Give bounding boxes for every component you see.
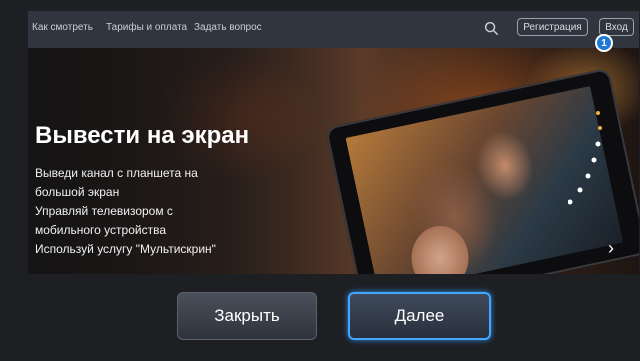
- register-button[interactable]: Регистрация: [517, 18, 588, 36]
- overlay-frame: Как смотреть Тарифы и оплата Задать вопр…: [0, 0, 640, 361]
- nav-link-how-to-watch[interactable]: Как смотреть: [32, 22, 93, 33]
- hint-badge: 1: [595, 34, 613, 52]
- hero-text-backdrop: [28, 48, 358, 274]
- hero-line-2: большой экран: [35, 185, 120, 199]
- close-button[interactable]: Закрыть: [177, 292, 317, 340]
- promo-screen: Как смотреть Тарифы и оплата Задать вопр…: [28, 11, 639, 274]
- site-header: Как смотреть Тарифы и оплата Задать вопр…: [28, 11, 639, 48]
- hero-title: Вывести на экран: [35, 122, 250, 149]
- next-slide-arrow[interactable]: ›: [608, 238, 614, 259]
- hero-banner: Вывести на экран Выведи канал с планшета…: [28, 48, 639, 274]
- hero-line-5: Используй услугу "Мультискрин": [35, 242, 216, 256]
- next-button[interactable]: Далее: [348, 292, 491, 340]
- hero-line-4: мобильного устройства: [35, 223, 166, 237]
- nav-link-ask-question[interactable]: Задать вопрос: [194, 22, 262, 33]
- swipe-dots-decoration: [568, 111, 602, 205]
- hand-image: [400, 208, 480, 274]
- hero-line-1: Выведи канал с планшета на: [35, 166, 198, 180]
- hero-line-3: Управляй телевизором с: [35, 204, 173, 218]
- search-icon[interactable]: [484, 21, 499, 36]
- nav-link-tariffs[interactable]: Тарифы и оплата: [106, 22, 187, 33]
